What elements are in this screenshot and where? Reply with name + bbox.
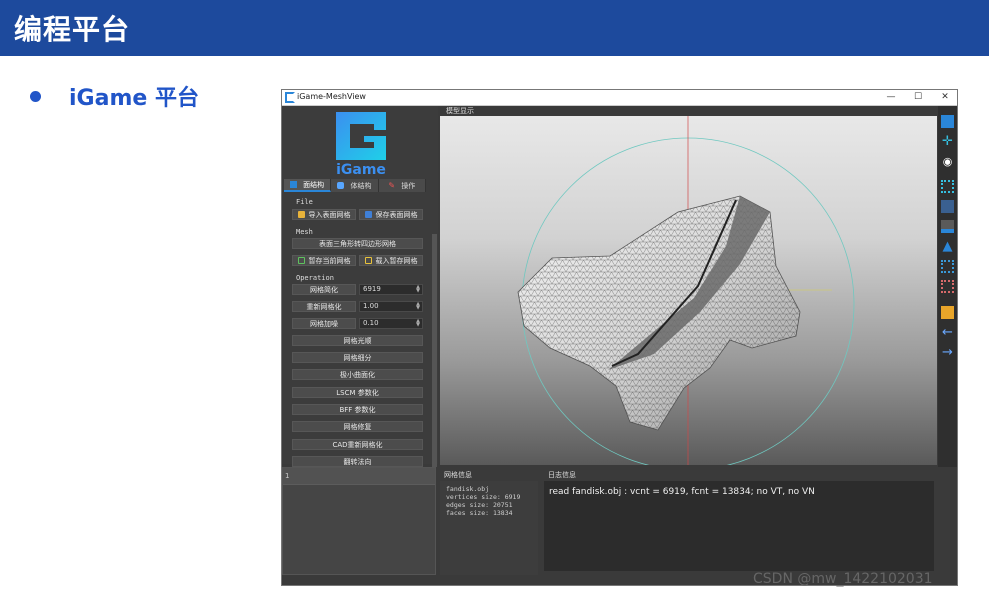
cube-icon [337,182,345,189]
app-window: iGame-MeshView — ☐ ✕ iGame 面结构 体结构 ✎ 操作 … [281,89,958,586]
cluster-icon[interactable] [941,280,954,293]
wrench-icon: ✎ [388,181,396,190]
eye-icon[interactable]: ◉ [941,155,954,168]
folder-icon [297,211,305,218]
slide: 编程平台 iGame 平台 iGame-MeshView — ☐ ✕ iGame [0,0,989,600]
faces-icon[interactable] [941,200,954,213]
layer-icon[interactable] [941,220,954,233]
file-section-label: File [296,198,313,206]
save-icon [364,211,372,218]
log-box: read fandisk.obj : vcnt = 6919, fcnt = 1… [544,481,934,571]
bff-button[interactable]: BFF 参数化 [292,404,423,415]
maximize-button[interactable]: ☐ [905,90,931,105]
arrow-left-icon[interactable]: ← [941,326,954,339]
bullet-item: iGame 平台 [30,80,199,112]
mesh-info-line: vertices size: 6919 [446,493,521,501]
smooth-button[interactable]: 网格光顺 [292,335,423,346]
simplify-spinbox[interactable]: 6919 ▲ ▼ [359,284,423,295]
cad-remesh-button[interactable]: CAD重新网格化 [292,439,423,450]
bottom-panel: 1 网格信息 fandisk.obj vertices size: 6919 e… [282,467,957,585]
mesh-render [517,116,855,465]
flip-normal-button[interactable]: 翻转法向 [292,456,423,467]
fandisk-mesh [517,195,801,431]
operation-section-label: Operation [296,274,334,282]
mesh-section-label: Mesh [296,228,313,236]
title-banner: 编程平台 [0,0,989,56]
window-title: iGame-MeshView [297,92,366,101]
mesh-info-line: faces size: 13834 [446,509,513,517]
stash-mesh-button[interactable]: 暂存当前网格 [292,255,356,266]
spin-arrows-icon[interactable]: ▲ ▼ [416,302,420,311]
box-icon[interactable] [941,306,954,319]
model-viewport[interactable] [440,116,937,465]
slide-title: 编程平台 [14,13,131,46]
cone-icon[interactable]: ▲ [941,240,954,253]
vertices-icon[interactable] [941,180,954,193]
checkbox-icon [297,257,305,264]
save-mesh-button[interactable]: 保存表面网格 [359,209,423,220]
noise-spinbox[interactable]: 0.10 ▲ ▼ [359,318,423,329]
tri-to-quad-button[interactable]: 表面三角形转四边形网格 [292,238,423,249]
mesh-info-line: edges size: 20751 [446,501,513,509]
bullet-text: iGame 平台 [69,86,199,111]
mesh-info-title: 网格信息 [444,471,472,479]
viewport-label: 模型显示 [446,107,474,115]
svg-text:iGame: iGame [336,162,386,176]
close-button[interactable]: ✕ [932,90,958,105]
watermark: CSDN @mw_1422102031 [753,571,933,587]
spin-arrows-icon[interactable]: ▲ ▼ [416,285,420,294]
subdivide-button[interactable]: 网格细分 [292,352,423,363]
mesh-info-line: fandisk.obj [446,485,490,493]
load-stash-button[interactable]: 载入暂存网格 [359,255,423,266]
mesh-info-box: fandisk.obj vertices size: 6919 edges si… [440,481,538,575]
tab-operation[interactable]: ✎ 操作 [378,179,426,192]
left-panel-scrollbar[interactable] [432,234,437,474]
simplify-button[interactable]: 网格简化 [292,284,356,295]
log-title: 日志信息 [548,471,576,479]
noise-button[interactable]: 网格加噪 [292,318,356,329]
tab-volume[interactable]: 体结构 [331,179,379,192]
left-output-panel: 1 [282,467,436,575]
tab-surface[interactable]: 面结构 [284,179,332,192]
bullet-dot-icon [30,90,41,102]
points-icon[interactable] [941,260,954,273]
remesh-button[interactable]: 重新网格化 [292,301,356,312]
left-panel: iGame 面结构 体结构 ✎ 操作 File 导入表面网格 保存表面网格 Me… [282,106,438,474]
app-logo-icon [285,92,295,103]
checkbox-icon [364,257,372,264]
move-icon[interactable]: ✛ [941,135,954,148]
structure-tabs: 面结构 体结构 ✎ 操作 [284,179,426,192]
title-bar: iGame-MeshView — ☐ ✕ [282,90,957,106]
import-mesh-button[interactable]: 导入表面网格 [292,209,356,220]
grid-icon [290,181,298,188]
output-strip: 1 [283,468,435,485]
spin-arrows-icon[interactable]: ▲ ▼ [416,319,420,328]
remesh-spinbox[interactable]: 1.00 ▲ ▼ [359,301,423,312]
lscm-button[interactable]: LSCM 参数化 [292,387,423,398]
grid-icon[interactable] [941,115,954,128]
arrow-right-icon[interactable]: → [941,346,954,359]
minimal-surface-button[interactable]: 极小曲面化 [292,369,423,380]
igame-logo-icon: iGame [336,112,386,176]
minimize-button[interactable]: — [878,90,904,105]
repair-button[interactable]: 网格修复 [292,421,423,432]
log-text: read fandisk.obj : vcnt = 6919, fcnt = 1… [549,487,815,497]
